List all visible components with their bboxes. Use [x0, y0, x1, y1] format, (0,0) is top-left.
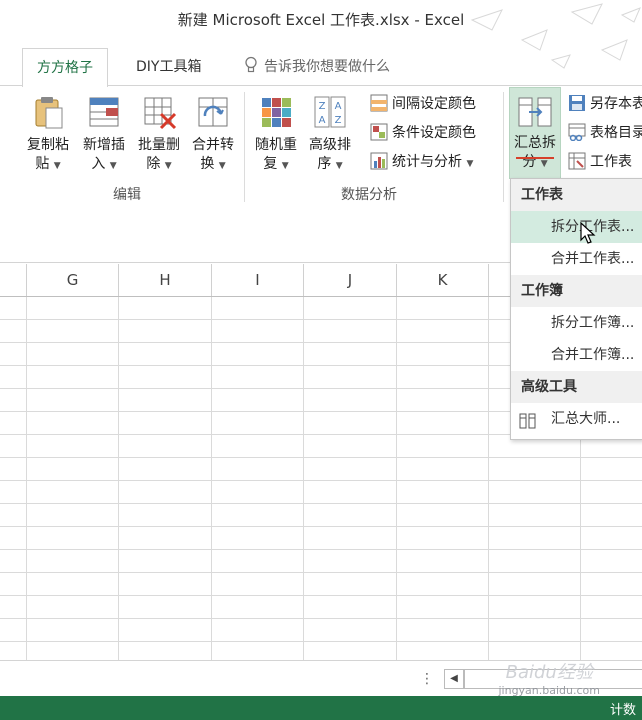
random-repeat-label-2: 复 [263, 156, 278, 172]
column-header-j[interactable]: J [304, 264, 397, 296]
menu-item-label: 汇总大师... [551, 411, 621, 427]
merge-convert-label-2: 换 [200, 156, 215, 172]
random-repeat-label-1: 随机重 [255, 137, 297, 153]
chevron-down-icon: ▼ [109, 161, 117, 171]
lightbulb-icon [244, 51, 258, 73]
column-header-g[interactable]: G [27, 264, 119, 296]
insert-label-2: 入 [91, 156, 106, 172]
chevron-down-icon: ▼ [281, 161, 289, 171]
merge-convert-button[interactable]: 合并转 换 ▼ [187, 94, 239, 176]
tell-me-search[interactable]: 告诉我你想要做什么 [244, 48, 390, 86]
svg-text:A: A [335, 101, 342, 112]
menu-item-summary-master[interactable]: 汇总大师... [511, 403, 642, 435]
table-directory-icon [568, 123, 586, 142]
batch-delete-label-1: 批量删 [138, 137, 180, 153]
interval-color-button[interactable]: 间隔设定颜色 [370, 92, 476, 116]
table-directory-label: 表格目录 [590, 125, 642, 141]
summary-split-icon [517, 94, 553, 130]
mouse-cursor-icon [580, 222, 596, 244]
summary-split-label-1: 汇总拆 [514, 135, 556, 151]
interval-color-icon [370, 94, 388, 112]
batch-delete-label-2: 除 [146, 156, 161, 172]
menu-item-label: 合并工作表... [551, 251, 635, 267]
svg-text:A: A [319, 115, 326, 126]
statistics-label: 统计与分析 [392, 154, 462, 170]
table-directory-button[interactable]: 表格目录 [568, 121, 642, 145]
chevron-down-icon: ▼ [540, 159, 548, 169]
menu-section-advanced-tools: 高级工具 [511, 371, 642, 403]
status-count: 计数 [609, 703, 636, 718]
worksheet-button[interactable]: 工作表 [568, 150, 632, 174]
condition-color-button[interactable]: 条件设定颜色 [370, 121, 476, 145]
interval-color-label: 间隔设定颜色 [392, 96, 476, 112]
summary-split-button[interactable]: 汇总拆 分 ▼ [509, 87, 561, 179]
column-header-i[interactable]: I [212, 264, 304, 296]
clipboard-icon [30, 94, 66, 130]
summary-master-icon [519, 410, 537, 429]
group-divider [244, 92, 245, 202]
condition-color-label: 条件设定颜色 [392, 125, 476, 141]
watermark-brand: Baidu经验 [505, 662, 593, 683]
merge-convert-label-1: 合并转 [192, 137, 234, 153]
svg-text:Z: Z [319, 101, 326, 112]
batch-delete-button[interactable]: 批量删 除 ▼ [133, 94, 185, 176]
status-bar: 计数 [0, 696, 642, 720]
menu-item-merge-workbook[interactable]: 合并工作簿... [511, 339, 642, 371]
chevron-down-icon: ▼ [335, 161, 343, 171]
menu-item-split-workbook[interactable]: 拆分工作簿... [511, 307, 642, 339]
chevron-down-icon: ▼ [218, 161, 226, 171]
title-bar: 新建 Microsoft Excel 工作表.xlsx - Excel [0, 0, 642, 69]
statistics-icon [370, 152, 388, 170]
baidu-watermark: Baidu经验 jingyan.baidu.com [498, 658, 600, 697]
svg-text:Z: Z [335, 115, 342, 126]
menu-section-worksheet: 工作表 [511, 179, 642, 211]
random-repeat-icon [258, 94, 294, 130]
menu-item-merge-worksheet[interactable]: 合并工作表... [511, 243, 642, 275]
chevron-down-icon: ▼ [53, 161, 61, 171]
advanced-sort-icon: ZAAZ [312, 94, 348, 130]
random-repeat-button[interactable]: 随机重 复 ▼ [250, 94, 302, 176]
advanced-sort-button[interactable]: ZAAZ 高级排 序 ▼ [304, 94, 356, 176]
menu-item-split-worksheet[interactable]: 拆分工作表... [511, 211, 642, 243]
ribbon-tabs: 方方格子 DIY工具箱 告诉我你想要做什么 [0, 40, 642, 87]
save-copy-label: 另存本表 [590, 96, 642, 112]
condition-color-icon [370, 123, 388, 141]
column-header-k[interactable]: K [397, 264, 489, 296]
column-header-partial[interactable] [0, 264, 27, 296]
group-label-data-analysis: 数据分析 [341, 187, 397, 203]
summary-split-dropdown: 工作表 拆分工作表... 合并工作表... 工作簿 拆分工作簿... 合并工作簿… [510, 178, 642, 440]
copy-paste-button[interactable]: 复制粘 贴 ▼ [22, 94, 74, 176]
menu-section-workbook: 工作簿 [511, 275, 642, 307]
group-label-edit: 编辑 [113, 187, 141, 203]
scroll-left-button[interactable]: ◀ [444, 669, 464, 689]
worksheet-label: 工作表 [590, 154, 632, 170]
menu-item-label: 合并工作簿... [551, 347, 635, 363]
save-copy-icon [568, 94, 586, 112]
insert-label-1: 新增插 [83, 137, 125, 153]
batch-delete-icon [141, 94, 177, 130]
advanced-sort-label-1: 高级排 [309, 137, 351, 153]
copy-paste-label-2: 贴 [35, 156, 50, 172]
tab-fangfanggezi[interactable]: 方方格子 [22, 48, 108, 87]
tell-me-text: 告诉我你想要做什么 [264, 59, 390, 75]
worksheet-icon [568, 152, 586, 170]
advanced-sort-label-2: 序 [317, 156, 332, 172]
tab-diy-toolbox[interactable]: DIY工具箱 [122, 48, 215, 86]
chevron-down-icon: ▼ [164, 161, 172, 171]
annotation-underline [516, 157, 554, 159]
save-copy-button[interactable]: 另存本表 [568, 92, 642, 116]
statistics-button[interactable]: 统计与分析 ▼ [370, 150, 473, 174]
column-header-h[interactable]: H [119, 264, 212, 296]
merge-convert-icon [195, 94, 231, 130]
chevron-down-icon: ▼ [466, 159, 474, 169]
more-options-icon[interactable]: ⋮ [420, 669, 434, 689]
menu-item-label: 拆分工作簿... [551, 315, 635, 331]
copy-paste-label-1: 复制粘 [27, 137, 69, 153]
group-divider [503, 92, 504, 202]
insert-button[interactable]: 新增插 入 ▼ [78, 94, 130, 176]
insert-rows-icon [86, 94, 122, 130]
